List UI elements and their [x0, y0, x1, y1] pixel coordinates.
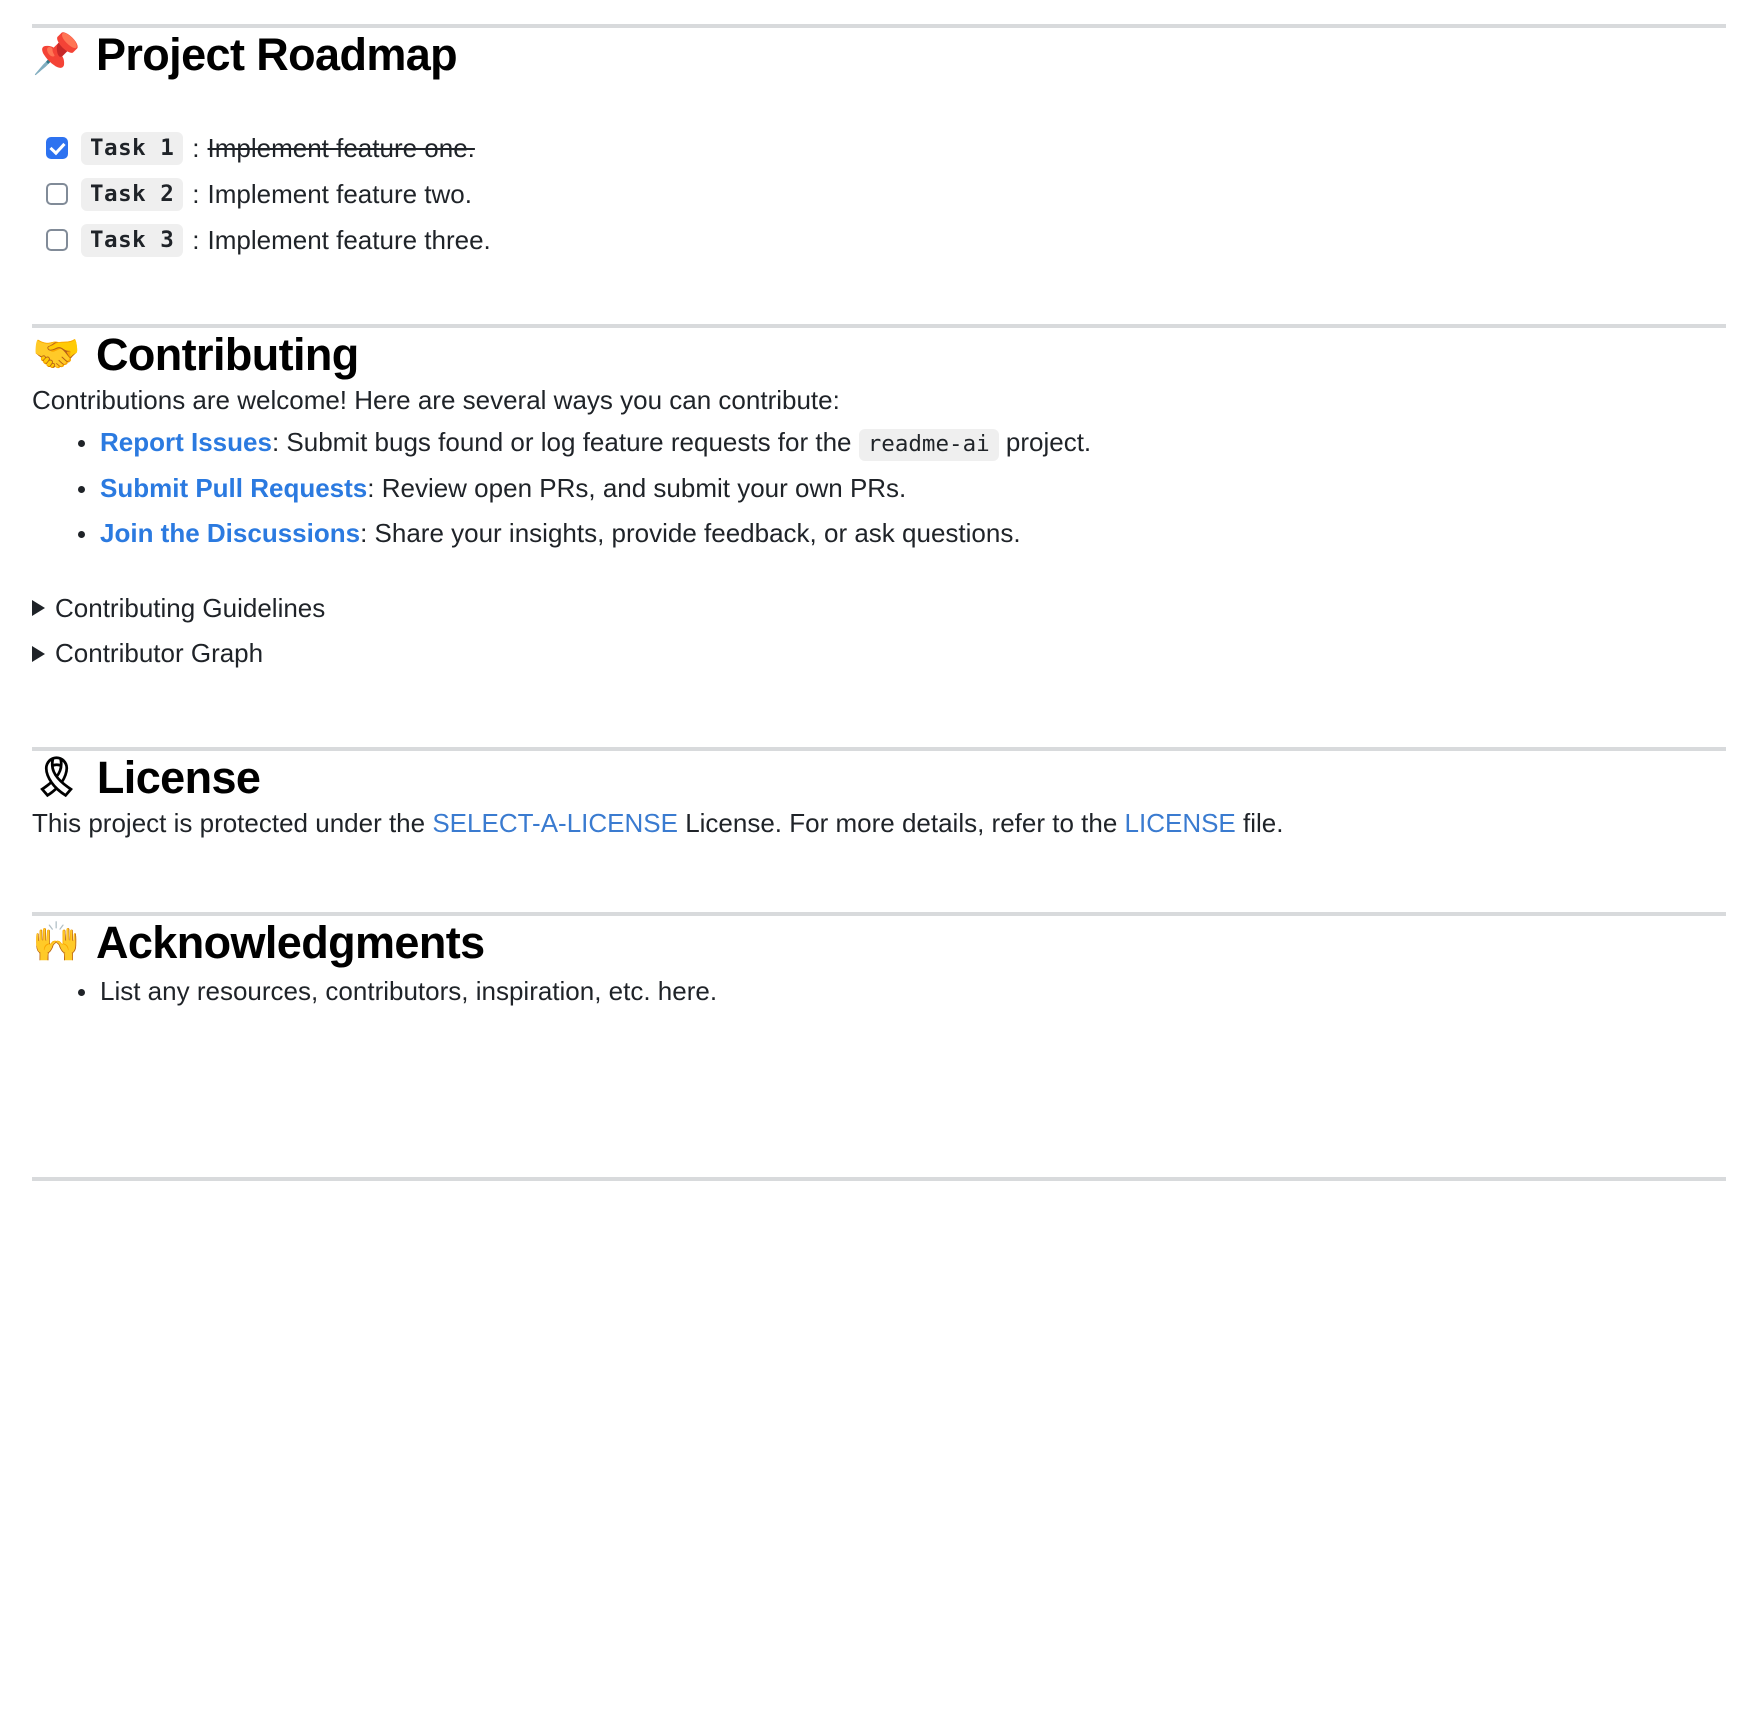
triangle-right-icon[interactable]	[32, 645, 45, 662]
details-contributor-graph[interactable]: Contributor Graph	[32, 631, 1726, 677]
task-text: Implement feature one.	[207, 132, 475, 163]
license-text-end: file.	[1235, 807, 1284, 838]
list-item: Join the Discussions: Share your insight…	[78, 511, 1726, 557]
roadmap-task-list: Task 1 : Implement feature one. Task 2 :…	[32, 125, 1726, 263]
task-checkbox-unchecked-icon[interactable]	[46, 183, 68, 206]
details-summary-label: Contributor Graph	[55, 638, 264, 669]
task-text: Implement feature three.	[207, 224, 491, 255]
section-heading-license: 🎗 License	[32, 751, 1726, 804]
join-the-discussions-link[interactable]: Join the Discussions	[100, 518, 360, 548]
select-a-license-link[interactable]: SELECT-A-LICENSE	[432, 808, 678, 838]
list-item-text: : Review open PRs, and submit your own P…	[367, 472, 907, 503]
task-label: Task 3	[81, 223, 184, 257]
submit-pull-requests-link[interactable]: Submit Pull Requests	[100, 473, 367, 503]
task-label: Task 1	[81, 131, 184, 165]
details-contributing-guidelines[interactable]: Contributing Guidelines	[32, 586, 1726, 632]
raising-hands-emoji: 🙌	[32, 919, 81, 965]
list-item: List any resources, contributors, inspir…	[78, 969, 1726, 1015]
section-heading-contributing: 🤝 Contributing	[32, 328, 1726, 381]
section-title-text: Project Roadmap	[95, 29, 458, 80]
divider-bottom	[32, 1177, 1726, 1182]
task-label: Task 2	[81, 177, 184, 211]
reminder-ribbon-emoji: 🎗	[32, 754, 82, 800]
task-checkbox-unchecked-icon[interactable]	[46, 229, 68, 252]
report-issues-link[interactable]: Report Issues	[100, 427, 272, 457]
section-heading-roadmap: 📌 Project Roadmap	[32, 28, 1726, 81]
task-separator: :	[192, 178, 200, 209]
list-item-text-tail: project.	[998, 427, 1092, 458]
task-list-item[interactable]: Task 3 : Implement feature three.	[32, 217, 1726, 263]
license-text-start: This project is protected under the	[32, 807, 433, 838]
contributing-intro-text: Contributions are welcome! Here are seve…	[32, 385, 840, 416]
section-title-text: License	[96, 751, 261, 803]
license-text-middle: License. For more details, refer to the	[677, 807, 1125, 838]
acknowledgments-list: List any resources, contributors, inspir…	[32, 969, 1726, 1015]
pushpin-emoji: 📌	[32, 32, 81, 78]
readme-document: 📌 Project Roadmap Task 1 : Implement fea…	[0, 24, 1758, 1710]
details-summary-label: Contributing Guidelines	[55, 592, 326, 623]
list-item: Submit Pull Requests: Review open PRs, a…	[78, 466, 1726, 512]
list-item-text: : Share your insights, provide feedback,…	[360, 518, 1021, 549]
project-name-code: readme-ai	[858, 429, 999, 462]
section-title-text: Acknowledgments	[95, 916, 485, 968]
triangle-right-icon[interactable]	[32, 600, 45, 617]
handshake-emoji: 🤝	[32, 332, 81, 378]
task-checkbox-checked-icon[interactable]	[46, 137, 68, 160]
task-list-item[interactable]: Task 1 : Implement feature one.	[32, 125, 1726, 171]
list-item-text: : Submit bugs found or log feature reque…	[271, 427, 859, 458]
task-text: Implement feature two.	[207, 178, 472, 209]
license-paragraph: This project is protected under the SELE…	[32, 804, 1726, 843]
section-title-text: Contributing	[95, 329, 359, 381]
contributing-list: Report Issues: Submit bugs found or log …	[32, 420, 1726, 557]
license-file-link[interactable]: LICENSE	[1125, 808, 1236, 838]
task-separator: :	[192, 132, 200, 163]
task-separator: :	[192, 224, 200, 255]
task-list-item[interactable]: Task 2 : Implement feature two.	[32, 171, 1726, 217]
list-item: Report Issues: Submit bugs found or log …	[78, 420, 1726, 466]
section-heading-acknowledgments: 🙌 Acknowledgments	[32, 916, 1726, 969]
contributing-details-group: Contributing Guidelines Contributor Grap…	[32, 586, 1726, 677]
